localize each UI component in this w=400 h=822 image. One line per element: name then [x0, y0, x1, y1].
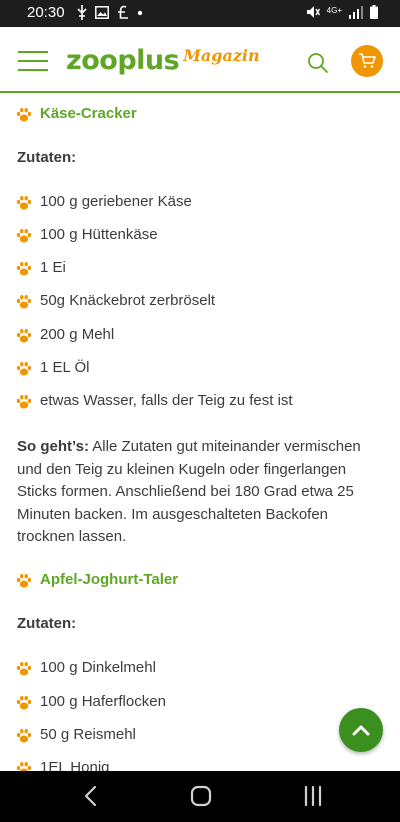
- image-icon: [95, 6, 109, 19]
- usb-debug-icon: [77, 5, 87, 20]
- status-bar: 20:30 4G+: [0, 0, 400, 27]
- home-icon: [190, 785, 212, 807]
- instructions-paragraph: So geht’s: Alle Zutaten gut miteinander …: [17, 436, 383, 549]
- logo-magazin-text: Magazin: [183, 46, 260, 65]
- paw-icon: [16, 729, 32, 743]
- search-icon: [308, 53, 328, 73]
- paw-icon: [16, 329, 32, 343]
- ingredient-item: 50g Knäckebrot zerbröselt: [40, 292, 216, 309]
- paw-icon: [16, 108, 32, 122]
- mute-icon: [306, 6, 320, 18]
- cart-icon: [359, 53, 376, 68]
- payment-icon: [118, 5, 128, 19]
- paw-icon: [16, 696, 32, 710]
- signal-icon: [349, 5, 363, 19]
- recipe-title: Apfel-Joghurt-Taler: [40, 571, 179, 588]
- nav-recents-button[interactable]: [298, 783, 328, 809]
- ingredient-item: etwas Wasser, falls der Teig zu fest ist: [40, 392, 293, 409]
- nav-back-button[interactable]: [76, 783, 106, 809]
- paw-icon: [16, 295, 32, 309]
- menu-button[interactable]: [18, 51, 48, 71]
- article-content: Käse-Cracker Zutaten: 100 g geriebener K…: [0, 93, 400, 771]
- ingredient-item: 100 g Dinkelmehl: [40, 659, 156, 676]
- ingredient-item: 100 g Haferflocken: [40, 693, 166, 710]
- ingredients-label: Zutaten:: [17, 149, 77, 166]
- paw-icon: [16, 362, 32, 376]
- status-time: 20:30: [27, 4, 65, 21]
- recents-icon: [304, 785, 322, 807]
- ingredient-item: 200 g Mehl: [40, 326, 115, 343]
- cart-button[interactable]: [351, 45, 383, 77]
- hamburger-icon: [18, 51, 48, 53]
- search-button[interactable]: [306, 51, 330, 75]
- back-icon: [84, 785, 97, 807]
- recipe-title: Käse-Cracker: [40, 105, 137, 122]
- paw-icon: [16, 229, 32, 243]
- ingredient-item: 100 g Hüttenkäse: [40, 226, 158, 243]
- ingredient-item: 1 Ei: [40, 259, 66, 276]
- instructions-label: So geht’s:: [17, 438, 89, 455]
- zooplus-logo[interactable]: zooplus Magazin: [66, 45, 260, 75]
- paw-icon: [16, 574, 32, 588]
- paw-icon: [16, 196, 32, 210]
- ingredients-label: Zutaten:: [17, 615, 77, 632]
- paw-icon: [16, 262, 32, 276]
- scroll-to-top-button[interactable]: [339, 708, 383, 752]
- battery-icon: [370, 5, 378, 19]
- ingredient-item: 50 g Reismehl: [40, 726, 136, 743]
- paw-icon: [16, 395, 32, 409]
- logo-main-text: zooplus: [66, 45, 180, 76]
- ingredient-item: 1EL Honig: [40, 759, 110, 771]
- app-header: zooplus Magazin: [0, 27, 400, 93]
- ingredient-item: 1 EL Öl: [40, 359, 90, 376]
- chevron-up-icon: [352, 725, 370, 736]
- nav-home-button[interactable]: [186, 783, 216, 809]
- dot-icon: [137, 10, 143, 15]
- paw-icon: [16, 662, 32, 676]
- network-type-label: 4G+: [326, 5, 342, 15]
- system-nav-bar: [0, 771, 400, 822]
- ingredient-item: 100 g geriebener Käse: [40, 193, 192, 210]
- paw-icon: [16, 762, 32, 771]
